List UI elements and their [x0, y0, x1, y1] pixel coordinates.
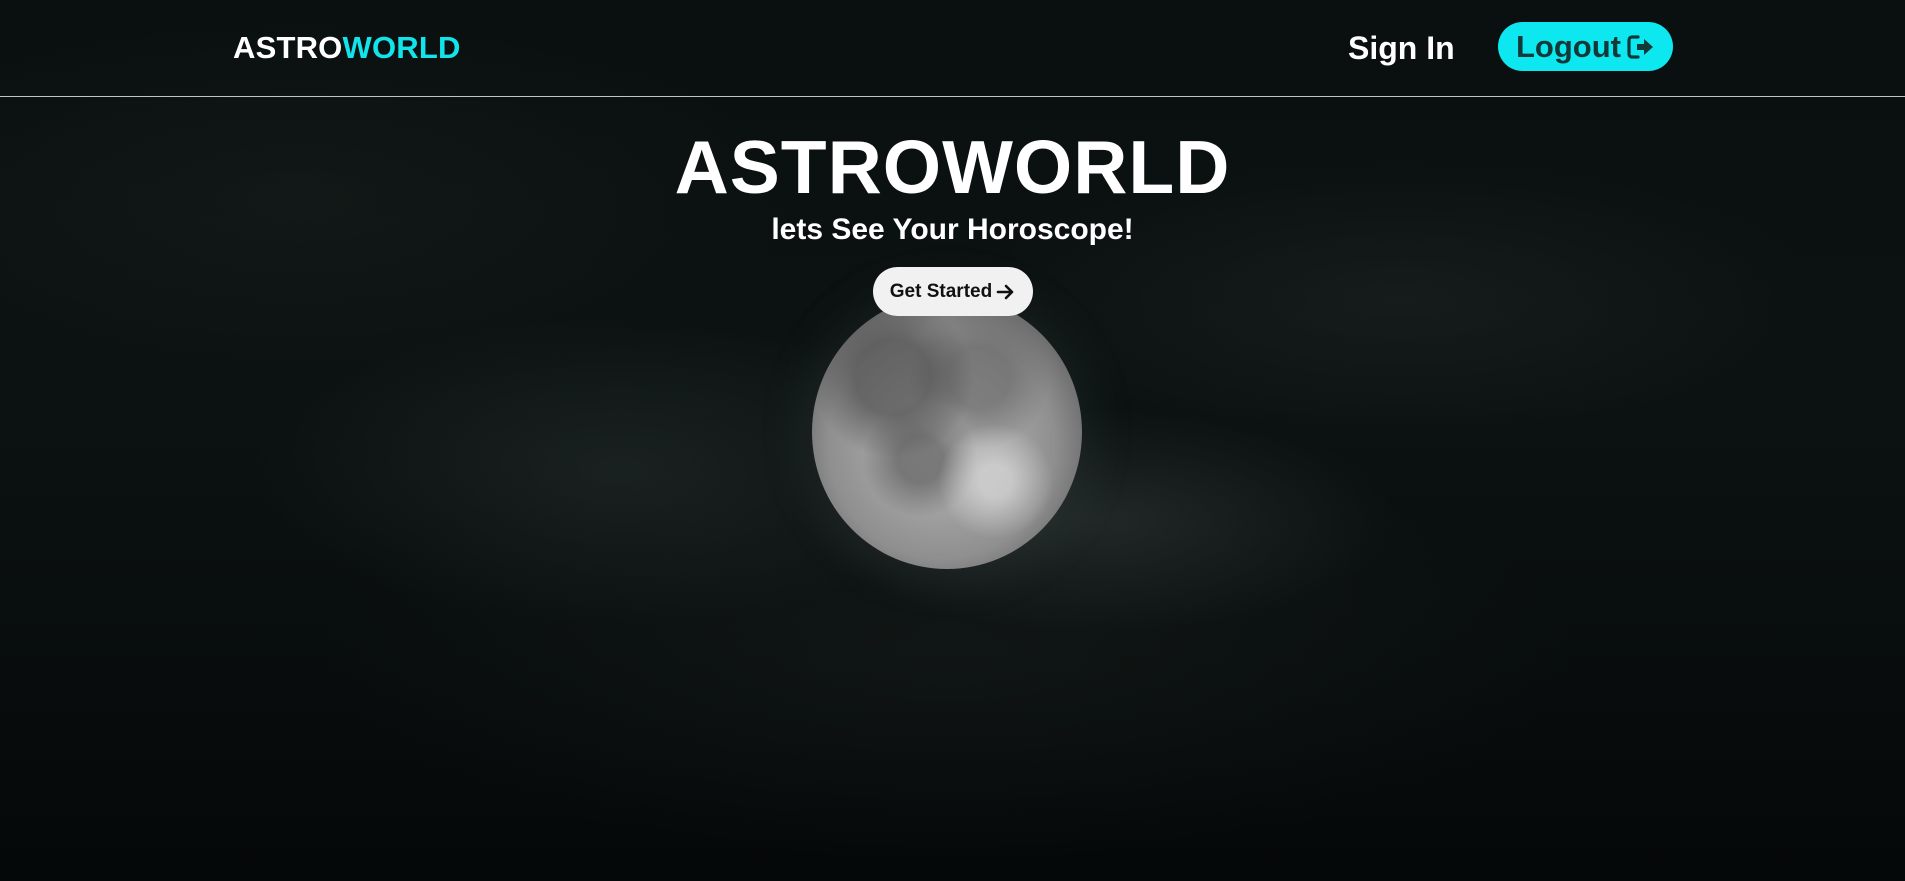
page: ASTROWORLD Sign In Logout ASTROWORLD let… [0, 0, 1905, 881]
moon-image [812, 295, 1082, 569]
sign-out-icon [1627, 34, 1655, 60]
brand-text-world: WORLD [342, 30, 461, 65]
hero-subtitle: lets See Your Horoscope! [771, 213, 1134, 246]
sign-in-link[interactable]: Sign In [1348, 30, 1455, 67]
hero-title: ASTROWORLD [674, 125, 1231, 209]
get-started-label: Get Started [889, 280, 993, 302]
brand-text-astro: ASTRO [233, 30, 343, 65]
get-started-button[interactable]: Get Started [873, 267, 1033, 316]
logout-label: Logout [1515, 28, 1621, 64]
arrow-right-icon [996, 283, 1016, 301]
logout-button[interactable]: Logout [1498, 22, 1673, 71]
top-navbar: ASTROWORLD Sign In Logout [0, 0, 1905, 97]
brand-logo-link[interactable]: ASTROWORLD [233, 30, 461, 66]
